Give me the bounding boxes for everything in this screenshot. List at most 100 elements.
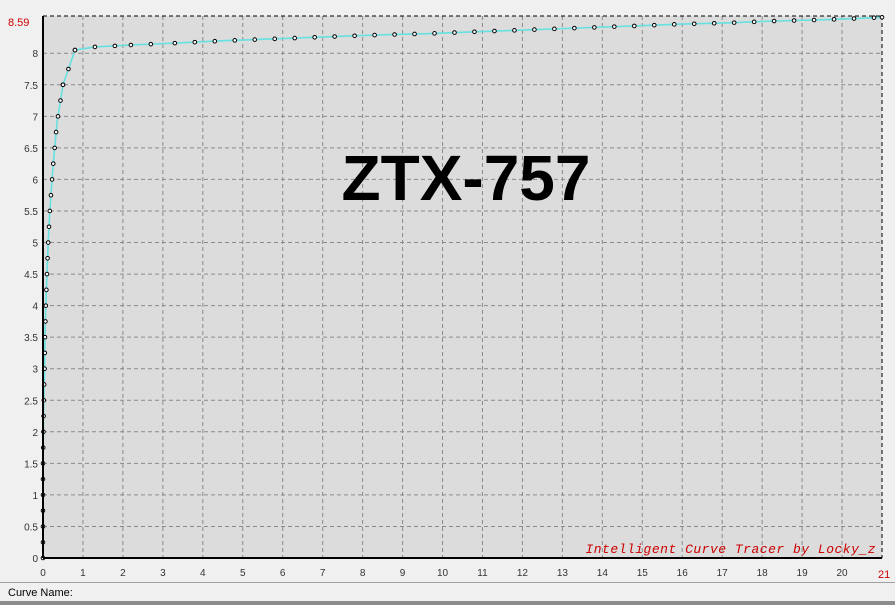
x-tick-label: 18 <box>757 568 769 579</box>
data-point <box>811 17 817 23</box>
data-point <box>48 192 54 198</box>
data-point <box>352 33 357 39</box>
data-point <box>372 32 377 38</box>
data-point <box>43 303 49 308</box>
data-point <box>272 36 278 42</box>
x-tick-label: 11 <box>477 568 488 579</box>
y-tick-label: 6.5 <box>24 144 38 155</box>
data-point <box>532 27 537 32</box>
data-point <box>112 43 118 49</box>
data-point <box>43 319 48 324</box>
data-point <box>192 39 198 45</box>
x-tick-label: 8 <box>360 568 366 579</box>
curve-tracer-window: 0 0.5 1 1.5 2 2.5 3 3.5 4 4.5 5 5.5 6 6.5 7 7.5 8 012345… <box>0 0 895 605</box>
y-tick-label: 4.5 <box>24 270 38 281</box>
data-point <box>53 129 59 135</box>
y-tick-label: 5.5 <box>24 207 38 218</box>
y-tick-label: 7.5 <box>24 81 38 92</box>
data-point <box>172 40 178 46</box>
x-tick-label: 3 <box>160 568 166 579</box>
y-tick-label: 4 <box>32 302 38 313</box>
data-point <box>552 26 557 32</box>
data-point <box>252 37 258 42</box>
data-point <box>651 22 657 28</box>
data-point <box>52 145 58 151</box>
data-point <box>45 240 51 245</box>
y-tick-label: 2.5 <box>24 396 38 407</box>
y-tick-label: 3 <box>32 365 38 376</box>
data-point <box>45 255 50 261</box>
data-point <box>432 31 437 36</box>
data-point <box>312 34 317 40</box>
data-point <box>66 66 71 72</box>
data-point <box>49 177 55 182</box>
data-point <box>47 208 53 214</box>
data-point <box>592 25 597 30</box>
y-tick-label: 0.5 <box>24 522 38 533</box>
chart-title: ZTX-757 <box>342 142 591 214</box>
data-point <box>44 271 50 277</box>
data-point <box>148 41 154 47</box>
data-point <box>452 30 457 35</box>
data-point <box>512 28 517 33</box>
y-tick-label: 0 <box>32 554 38 565</box>
watermark-text: Intelligent Curve Tracer by Locky_z <box>585 542 876 557</box>
data-point <box>472 29 477 35</box>
data-point <box>92 44 98 50</box>
y-tick-label: 7 <box>32 112 38 123</box>
data-point <box>58 98 63 103</box>
y-tick-label: 8 <box>32 49 38 60</box>
x-tick-label: 13 <box>557 568 569 579</box>
x-tick-label: 19 <box>797 568 809 579</box>
x-tick-label: 20 <box>836 568 848 579</box>
data-point <box>332 34 337 39</box>
y-tick-label: 3.5 <box>24 333 38 344</box>
y-tick-label: 1.5 <box>24 459 38 470</box>
y-tick-label: 5 <box>32 239 38 250</box>
data-point <box>879 14 885 20</box>
x-tick-label: 6 <box>280 568 286 579</box>
data-point <box>671 22 677 27</box>
data-point <box>44 287 49 293</box>
data-point <box>392 32 397 37</box>
data-point <box>60 82 66 88</box>
x-tick-label: 1 <box>80 568 86 579</box>
data-point <box>55 114 61 119</box>
data-point <box>711 20 717 26</box>
data-point <box>492 28 497 34</box>
y-tick-label: 6 <box>32 175 38 186</box>
y-max-label: 8.59 <box>8 17 29 29</box>
x-tick-label: 9 <box>400 568 406 579</box>
x-tick-label: 7 <box>320 568 326 579</box>
data-point <box>831 17 837 22</box>
data-point <box>791 18 797 23</box>
chart-area: 00.511.522.533.544.555.566.577.58 012345… <box>0 0 895 582</box>
status-bar: Curve Name: <box>0 582 895 605</box>
x-tick-label: 12 <box>517 568 529 579</box>
data-point <box>612 24 617 29</box>
data-point <box>572 25 577 31</box>
data-point <box>212 38 218 44</box>
y-tick-label: 1 <box>32 491 38 502</box>
data-point <box>691 21 697 27</box>
data-point <box>50 161 56 166</box>
x-tick-label: 10 <box>437 568 449 579</box>
data-point <box>851 16 857 21</box>
data-point <box>412 31 417 37</box>
data-point <box>631 23 637 29</box>
data-point <box>771 18 777 24</box>
data-point <box>731 20 737 25</box>
status-strip <box>0 601 895 605</box>
x-tick-label: 17 <box>717 568 729 579</box>
x-tick-label: 0 <box>40 568 46 579</box>
x-tick-label: 4 <box>200 568 206 579</box>
data-point <box>871 15 877 20</box>
x-tick-label: 14 <box>597 568 609 579</box>
y-tick-label: 2 <box>32 428 38 439</box>
data-point <box>72 47 78 53</box>
x-tick-label: 2 <box>120 568 126 579</box>
data-point <box>292 35 298 41</box>
x-tick-label: 16 <box>677 568 689 579</box>
x-tick-label: 15 <box>637 568 649 579</box>
data-point <box>232 38 238 43</box>
